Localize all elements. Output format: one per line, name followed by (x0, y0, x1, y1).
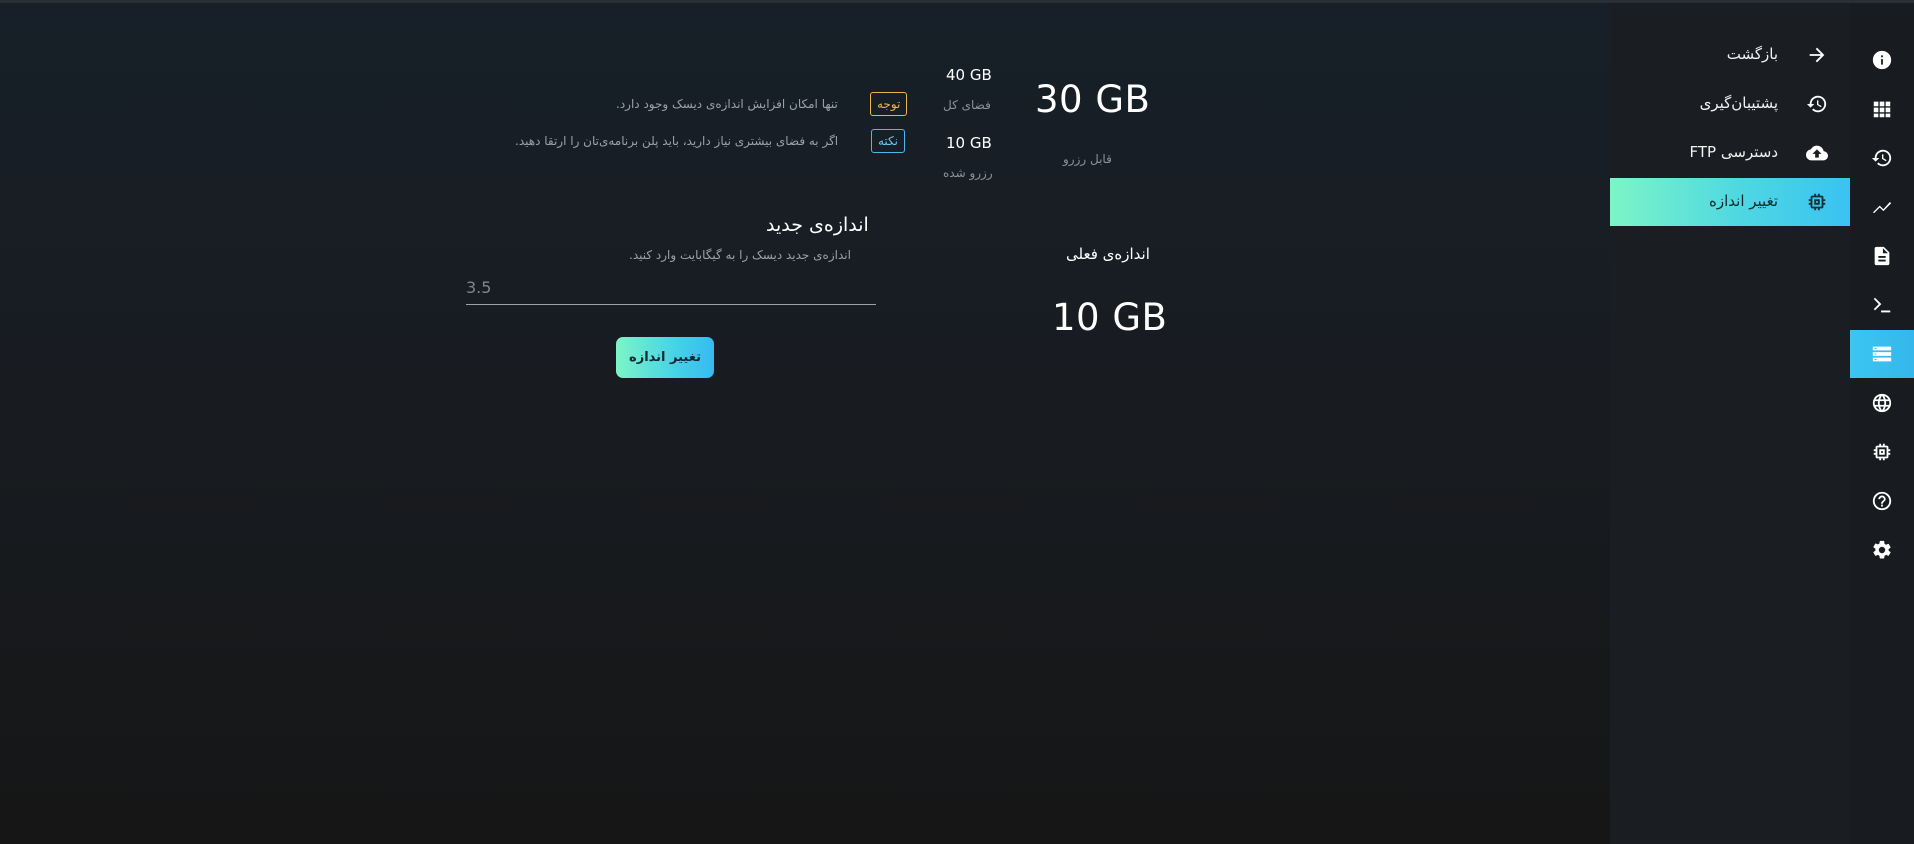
new-size-title: اندازه‌ی جدید (766, 214, 869, 236)
resize-button[interactable]: تغییر اندازه (616, 337, 714, 378)
sidebar: بازگشت پشتیبان‌گیری دسترسی FTP تغییر اند… (1610, 3, 1850, 844)
history-icon (1871, 149, 1892, 167)
reserved-space-value: 10 GB (946, 134, 992, 152)
sidebar-item-ftp[interactable]: دسترسی FTP (1610, 129, 1850, 177)
total-space-label: فضای کل (943, 98, 991, 112)
rail-help[interactable] (1850, 477, 1914, 525)
rail-files[interactable] (1850, 232, 1914, 280)
rail-storage[interactable] (1850, 330, 1914, 378)
rail-resources[interactable] (1850, 428, 1914, 476)
info-text: اگر به فضای بیشتری نیاز دارید، باید پلن … (515, 134, 839, 148)
available-space-value: 30 GB (1035, 78, 1151, 121)
info-icon (1872, 50, 1892, 70)
document-icon (1874, 246, 1890, 266)
rail-history[interactable] (1850, 134, 1914, 182)
available-space-label: قابل رزرو (1063, 152, 1112, 166)
history-icon (1806, 93, 1828, 115)
rail-stats[interactable] (1850, 183, 1914, 231)
warning-text: تنها امکان افزایش اندازه‌ی دیسک وجود دار… (616, 97, 838, 111)
globe-icon (1872, 393, 1892, 413)
sidebar-item-resize[interactable]: تغییر اندازه (1610, 178, 1850, 226)
sidebar-item-label: تغییر اندازه (1709, 192, 1778, 210)
terminal-icon (1873, 297, 1891, 313)
current-size-label: اندازه‌ی فعلی (1066, 245, 1150, 263)
new-size-field (466, 272, 876, 305)
arrow-right-icon (1806, 44, 1828, 66)
rail-info[interactable] (1850, 36, 1914, 84)
help-icon (1872, 491, 1892, 511)
info-badge: نکته (871, 129, 906, 153)
sidebar-item-label: بازگشت (1726, 45, 1778, 63)
sidebar-item-label: پشتیبان‌گیری (1699, 94, 1778, 112)
rail-network[interactable] (1850, 379, 1914, 427)
rail-console[interactable] (1850, 281, 1914, 329)
grid-icon (1873, 101, 1891, 118)
new-size-description: اندازه‌ی جدید دیسک را به گیگابایت وارد ک… (629, 248, 851, 262)
chart-line-icon (1872, 201, 1892, 213)
chip-icon (1873, 443, 1891, 461)
new-size-input[interactable] (466, 272, 876, 302)
warning-badge: توجه (870, 92, 908, 116)
current-size-value: 10 GB (1052, 296, 1168, 339)
total-space-value: 40 GB (946, 66, 992, 84)
rail-settings[interactable] (1850, 526, 1914, 574)
chip-icon (1806, 191, 1828, 213)
icon-rail (1849, 3, 1914, 844)
sidebar-item-label: دسترسی FTP (1689, 143, 1778, 161)
cloud-upload-icon (1806, 142, 1828, 164)
sidebar-item-backup[interactable]: پشتیبان‌گیری (1610, 80, 1850, 128)
gear-icon (1873, 540, 1891, 559)
storage-icon (1872, 346, 1892, 362)
sidebar-item-back[interactable]: بازگشت (1610, 31, 1850, 79)
rail-dashboard[interactable] (1850, 85, 1914, 133)
reserved-space-label: رزرو شده (943, 166, 993, 180)
